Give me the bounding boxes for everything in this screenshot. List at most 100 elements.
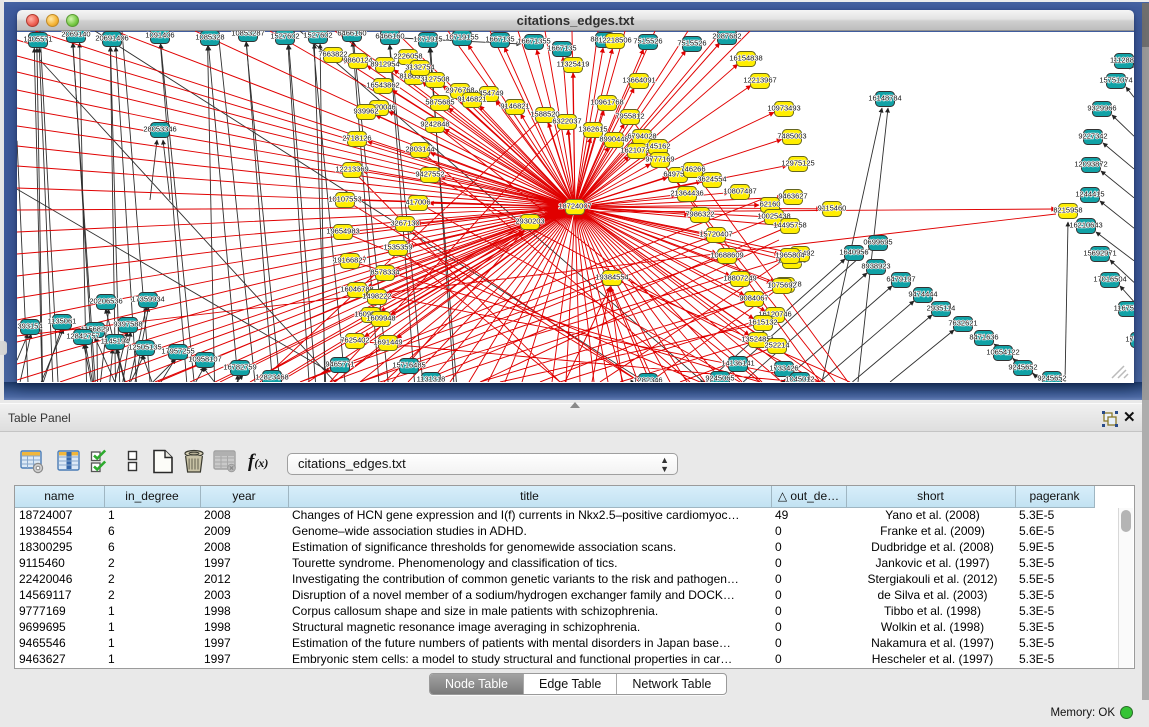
svg-text:16148784: 16148784 xyxy=(868,94,901,103)
svg-text:9465771: 9465771 xyxy=(325,360,354,369)
svg-text:9227342: 9227342 xyxy=(1078,132,1107,141)
svg-text:9115460: 9115460 xyxy=(818,204,847,213)
svg-text:393154: 393154 xyxy=(17,322,42,331)
svg-text:1075692: 1075692 xyxy=(767,281,796,290)
svg-text:417006: 417006 xyxy=(405,198,430,207)
svg-text:1131318: 1131318 xyxy=(417,375,446,383)
svg-text:1667135: 1667135 xyxy=(547,44,576,53)
svg-text:21364436: 21364436 xyxy=(670,189,703,198)
svg-text:3624554: 3624554 xyxy=(697,175,726,184)
svg-text:19384554: 19384554 xyxy=(595,273,628,282)
svg-text:1615132: 1615132 xyxy=(748,318,777,327)
svg-text:9777169: 9777169 xyxy=(645,155,674,164)
svg-text:9146821: 9146821 xyxy=(500,102,529,111)
svg-text:12218506: 12218506 xyxy=(598,36,631,45)
svg-text:9245652: 9245652 xyxy=(1037,374,1066,383)
svg-text:7625402: 7625402 xyxy=(340,336,369,345)
svg-text:8990448: 8990448 xyxy=(599,135,628,144)
svg-text:18724007: 18724007 xyxy=(558,202,591,211)
svg-text:9242848: 9242848 xyxy=(420,120,449,129)
svg-text:6466160: 6466160 xyxy=(337,31,366,38)
svg-text:18807249: 18807249 xyxy=(723,274,756,283)
svg-text:2087682: 2087682 xyxy=(712,32,741,41)
svg-text:7986322: 7986322 xyxy=(685,210,714,219)
svg-text:1667135: 1667135 xyxy=(485,35,514,44)
svg-text:10107553: 10107553 xyxy=(328,195,361,204)
svg-text:16210643: 16210643 xyxy=(1069,221,1102,230)
svg-text:16782759: 16782759 xyxy=(223,363,256,372)
svg-text:19654983: 19654983 xyxy=(326,227,359,236)
svg-text:14136141: 14136141 xyxy=(721,359,754,368)
svg-text:6466160: 6466160 xyxy=(375,32,404,41)
svg-text:1691449: 1691449 xyxy=(373,338,402,347)
svg-text:15716485: 15716485 xyxy=(392,361,425,370)
svg-text:1405571: 1405571 xyxy=(23,35,52,44)
svg-text:9860124: 9860124 xyxy=(343,56,372,65)
svg-text:1045012: 1045012 xyxy=(785,375,814,383)
svg-text:145162: 145162 xyxy=(645,142,670,151)
svg-text:1527602: 1527602 xyxy=(270,32,299,41)
svg-text:16543862: 16543862 xyxy=(366,81,399,90)
svg-text:9427552: 9427552 xyxy=(415,170,444,179)
svg-text:7955812: 7955812 xyxy=(615,112,644,121)
svg-text:12505135: 12505135 xyxy=(128,343,161,352)
svg-text:9329966: 9329966 xyxy=(1087,104,1116,113)
svg-text:9463627: 9463627 xyxy=(778,192,807,201)
svg-text:9245065: 9245065 xyxy=(705,374,734,383)
svg-text:1965804: 1965804 xyxy=(775,251,804,260)
svg-text:746266: 746266 xyxy=(680,165,705,174)
svg-text:10853287: 10853287 xyxy=(231,31,264,38)
svg-text:5875685: 5875685 xyxy=(425,98,454,107)
svg-text:3267130: 3267130 xyxy=(390,219,419,228)
svg-text:16154838: 16154838 xyxy=(729,54,762,63)
svg-text:10654122: 10654122 xyxy=(986,348,1019,357)
svg-text:7515526: 7515526 xyxy=(677,39,706,48)
svg-text:1733426: 1733426 xyxy=(769,364,798,373)
svg-text:1145194: 1145194 xyxy=(101,337,130,346)
svg-text:10961768: 10961768 xyxy=(590,98,623,107)
svg-text:12842757: 12842757 xyxy=(66,332,99,341)
svg-text:14495758: 14495758 xyxy=(773,221,806,230)
svg-text:2718126: 2718126 xyxy=(342,134,371,143)
svg-text:62160: 62160 xyxy=(760,200,781,209)
svg-text:1282346: 1282346 xyxy=(633,376,662,383)
svg-text:7485003: 7485003 xyxy=(777,132,806,141)
svg-text:1244415: 1244415 xyxy=(1075,190,1104,199)
svg-text:3132754: 3132754 xyxy=(405,63,434,72)
svg-text:1640956: 1640956 xyxy=(839,248,868,257)
svg-text:1535359: 1535359 xyxy=(383,243,412,252)
svg-text:2803144: 2803144 xyxy=(405,145,434,154)
svg-text:1704514: 1704514 xyxy=(1125,335,1134,344)
svg-text:17016504: 17016504 xyxy=(1093,275,1126,284)
svg-text:9084067: 9084067 xyxy=(739,294,768,303)
svg-text:2069140: 2069140 xyxy=(61,31,90,39)
svg-text:2930203: 2930203 xyxy=(515,217,544,226)
svg-text:9245652: 9245652 xyxy=(1008,363,1037,372)
svg-text:2226058: 2226058 xyxy=(393,52,422,61)
svg-text:10958107: 10958107 xyxy=(188,355,221,364)
svg-text:0699695: 0699695 xyxy=(863,238,892,247)
svg-text:1085328: 1085328 xyxy=(195,33,224,42)
svg-text:8912954: 8912954 xyxy=(370,60,399,69)
svg-text:939962: 939962 xyxy=(353,107,378,116)
svg-text:252214: 252214 xyxy=(764,341,789,350)
svg-text:8578334: 8578334 xyxy=(370,268,399,277)
svg-text:7632621: 7632621 xyxy=(948,319,977,328)
svg-text:9474444: 9474444 xyxy=(908,290,937,299)
svg-text:12823468: 12823468 xyxy=(255,373,288,382)
svg-text:15720407: 15720407 xyxy=(699,230,732,239)
svg-text:2935114: 2935114 xyxy=(927,304,956,313)
svg-text:15751074: 15751074 xyxy=(1099,76,1132,85)
svg-text:20206536: 20206536 xyxy=(89,297,122,306)
svg-text:19166827: 19166827 xyxy=(333,256,366,265)
svg-text:12213369: 12213369 xyxy=(335,165,368,174)
svg-text:1498222: 1498222 xyxy=(362,292,391,301)
svg-text:8215958: 8215958 xyxy=(1053,206,1082,215)
svg-text:10807487: 10807487 xyxy=(723,187,756,196)
svg-text:1091406: 1091406 xyxy=(145,31,174,40)
svg-text:1135061: 1135061 xyxy=(48,317,77,326)
svg-text:12093872: 12093872 xyxy=(1074,160,1107,169)
svg-text:1362615: 1362615 xyxy=(578,125,607,134)
svg-text:15692971: 15692971 xyxy=(1083,249,1116,258)
svg-text:6479197: 6479197 xyxy=(886,275,915,284)
